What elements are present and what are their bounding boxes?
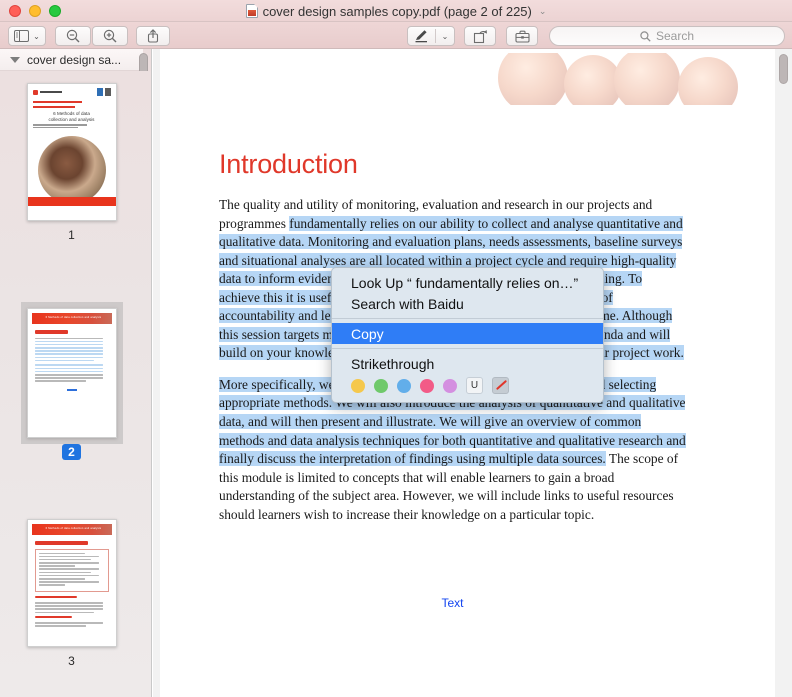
- toolbar: ⌄: [0, 22, 792, 49]
- page-number: 3: [62, 653, 81, 669]
- zoom-in-button[interactable]: [92, 26, 128, 46]
- zoom-in-icon: [103, 29, 117, 43]
- markup-toolbar-button[interactable]: [506, 26, 538, 46]
- markup-pen-icon: [414, 29, 429, 43]
- rotate-left-icon: [473, 29, 488, 44]
- window-controls: [9, 5, 61, 17]
- sidebar-header[interactable]: cover design sa...: [0, 49, 143, 71]
- thumbnail-sidebar: cover design sa... 6 Methods of datacoll…: [0, 49, 152, 697]
- divider: [435, 29, 436, 43]
- banner-title: 6 Methods of data collection and analysi…: [192, 64, 415, 79]
- highlight-purple-swatch[interactable]: [443, 379, 457, 393]
- search-icon: [640, 31, 651, 42]
- chevron-down-icon[interactable]: ⌄: [539, 6, 547, 17]
- chevron-down-icon[interactable]: ⌄: [442, 32, 449, 41]
- zoom-out-icon: [66, 29, 80, 43]
- search-input[interactable]: Search: [549, 26, 785, 46]
- highlight-swatch-row: U: [332, 374, 603, 402]
- sidebar-title: cover design sa...: [27, 53, 121, 67]
- sidebar-toggle-button[interactable]: ⌄: [8, 26, 46, 46]
- list-item[interactable]: 6 Methods of data collection and analysi…: [0, 308, 143, 461]
- title-bar: cover design samples copy.pdf (page 2 of…: [0, 0, 792, 22]
- thumbnail-page-1[interactable]: 6 Methods of datacollection and analysis: [27, 83, 117, 221]
- page-header-banner: 6 Methods of data collection and analysi…: [168, 53, 760, 105]
- highlight-yellow-swatch[interactable]: [351, 379, 365, 393]
- thumbnail-page-3[interactable]: 6 Methods of data collection and analysi…: [27, 519, 117, 647]
- preview-window: cover design samples copy.pdf (page 2 of…: [0, 0, 792, 697]
- underline-icon[interactable]: U: [466, 377, 483, 394]
- page-heading: Introduction: [219, 149, 686, 180]
- markup-button[interactable]: ⌄: [407, 26, 455, 46]
- rotate-button[interactable]: [464, 26, 496, 46]
- page-number: 1: [62, 227, 81, 243]
- minimize-button[interactable]: [29, 5, 41, 17]
- toolbox-icon: [515, 30, 530, 43]
- chevron-down-icon[interactable]: ⌄: [33, 32, 40, 41]
- search-placeholder: Search: [656, 29, 694, 43]
- disclosure-triangle-icon[interactable]: [10, 57, 20, 63]
- highlight-blue-swatch[interactable]: [397, 379, 411, 393]
- menu-item-search-with-baidu[interactable]: Search with Baidu: [332, 293, 603, 314]
- menu-item-look-up[interactable]: Look Up “ fundamentally relies on…”: [332, 272, 603, 293]
- cover-photo: [38, 136, 106, 204]
- banner-photo: [168, 53, 760, 105]
- menu-item-strikethrough[interactable]: Strikethrough: [332, 353, 603, 374]
- share-icon: [147, 29, 159, 43]
- sidebar-icon: [14, 30, 29, 42]
- page-number: 2: [62, 444, 81, 460]
- context-menu: Look Up “ fundamentally relies on…” Sear…: [331, 267, 604, 403]
- cover-logo: [28, 84, 116, 98]
- thumbnail-page-2[interactable]: 6 Methods of data collection and analysi…: [27, 308, 117, 438]
- divider: [332, 348, 603, 349]
- divider: [332, 318, 603, 319]
- share-button[interactable]: [136, 26, 170, 46]
- list-item[interactable]: 6 Methods of data collection and analysi…: [0, 519, 143, 670]
- window-title-group: cover design samples copy.pdf (page 2 of…: [0, 0, 792, 22]
- zoom-button[interactable]: [49, 5, 61, 17]
- menu-item-copy[interactable]: Copy: [332, 323, 603, 344]
- zoom-out-button[interactable]: [55, 26, 91, 46]
- window-title: cover design samples copy.pdf (page 2 of…: [263, 4, 532, 19]
- highlight-pink-swatch[interactable]: [420, 379, 434, 393]
- highlight-green-swatch[interactable]: [374, 379, 388, 393]
- thumbnail-cover-title: 6 Methods of datacollection and analysis: [28, 109, 116, 123]
- remove-markup-icon[interactable]: [492, 377, 509, 394]
- thumbnail-list: 6 Methods of datacollection and analysis…: [0, 71, 152, 697]
- text-link[interactable]: Text: [219, 596, 686, 610]
- document-scrollbar[interactable]: [779, 54, 788, 84]
- close-button[interactable]: [9, 5, 21, 17]
- list-item[interactable]: 6 Methods of datacollection and analysis…: [0, 83, 143, 244]
- pdf-document-icon: [246, 4, 258, 18]
